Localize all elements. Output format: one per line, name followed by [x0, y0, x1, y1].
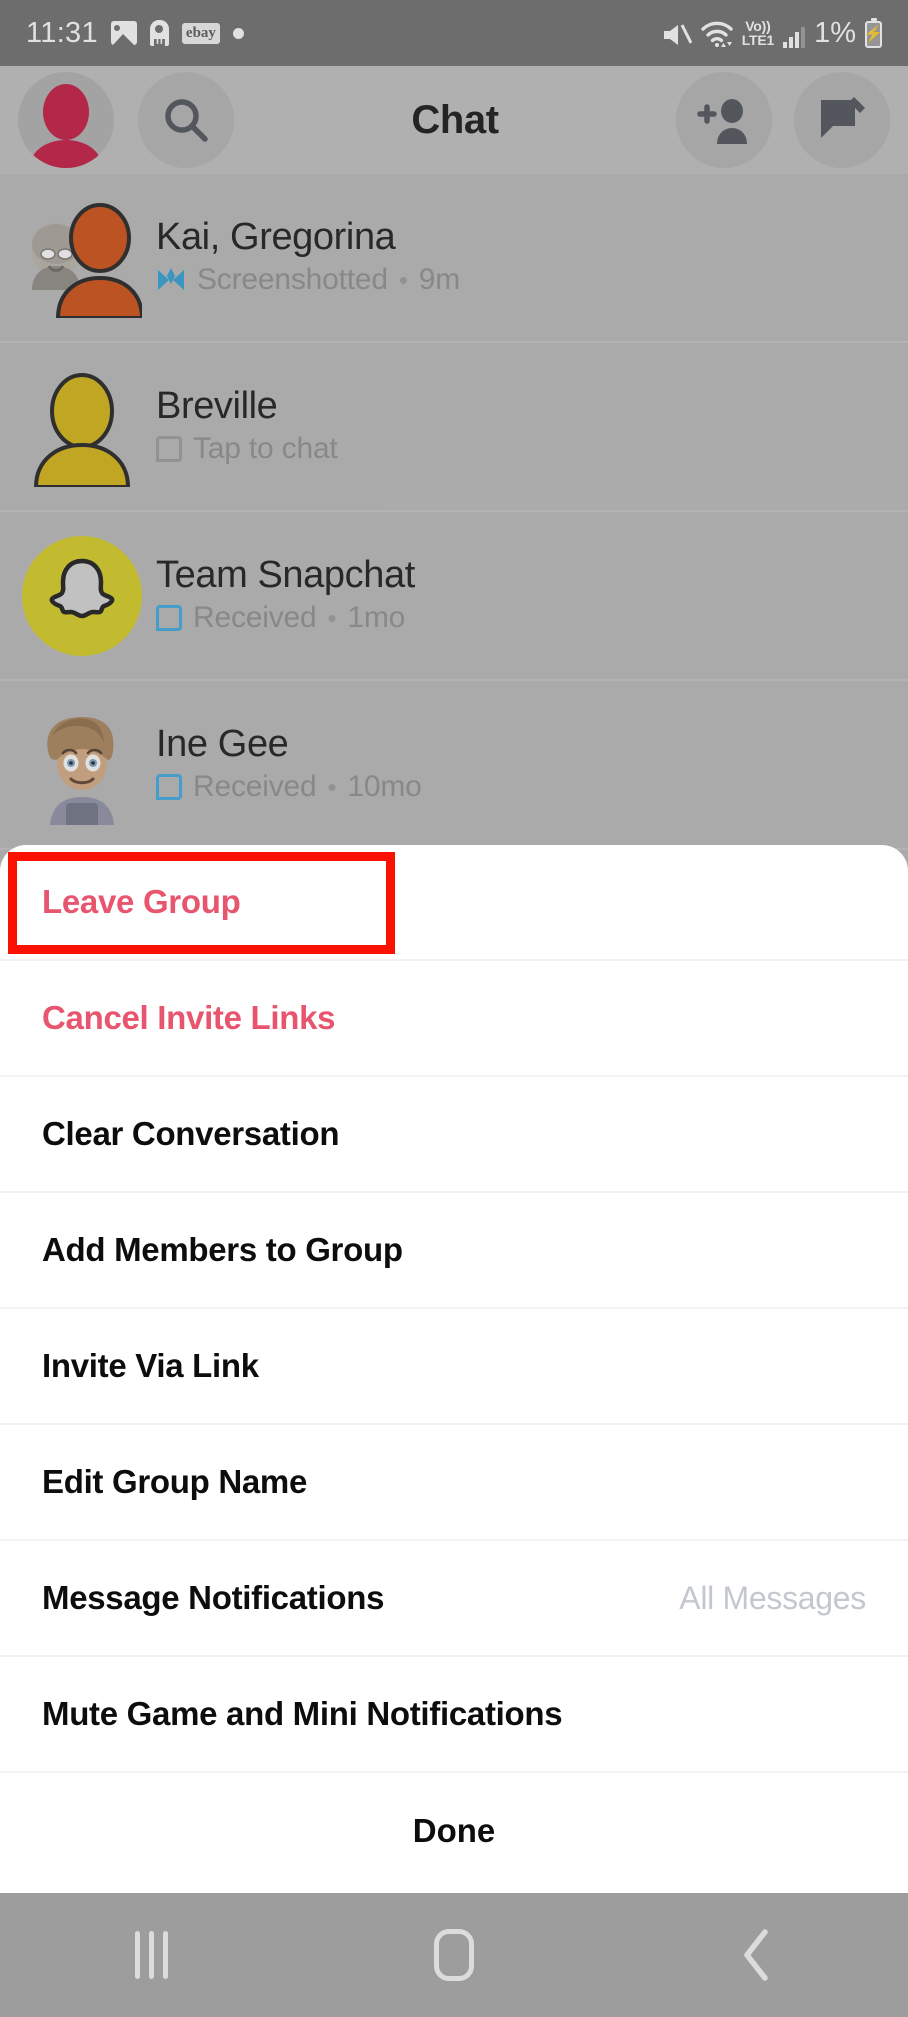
avatar-bitmoji-icon — [28, 84, 104, 168]
signal-bars-icon — [783, 26, 806, 48]
battery-percent-label: 1% — [814, 16, 856, 49]
chat-list-item-kai-gregorina[interactable]: Kai, Gregorina Screenshotted • 9m — [0, 174, 908, 343]
chat-item-separator: • — [398, 264, 408, 295]
battery-charging-icon: ⚡ — [864, 17, 883, 48]
page-title: Chat — [411, 97, 499, 142]
yellow-bitmoji-avatar — [22, 367, 142, 489]
volte-label-bottom: LTE1 — [741, 31, 775, 48]
sheet-item-label: Invite Via Link — [42, 1347, 259, 1384]
new-chat-icon[interactable] — [794, 72, 890, 168]
sheet-item-label: Cancel Invite Links — [42, 999, 336, 1036]
search-icon[interactable] — [138, 72, 234, 168]
chat-item-name: Team Snapchat — [156, 553, 415, 596]
chat-item-status: Received — [193, 601, 317, 635]
sheet-item-edit-group-name[interactable]: Edit Group Name — [0, 1425, 908, 1541]
recents-icon[interactable] — [0, 1931, 303, 1979]
profile-avatar[interactable] — [18, 72, 114, 168]
snapchat-ghost-avatar — [22, 535, 142, 656]
chat-bubble-blue-icon — [156, 605, 182, 632]
chat-item-status-row: Received • 10mo — [156, 770, 422, 804]
chat-item-status: Tap to chat — [193, 432, 338, 466]
chat-item-text: Team Snapchat Received • 1mo — [156, 553, 415, 636]
sheet-item-clear-conversation[interactable]: Clear Conversation — [0, 1077, 908, 1193]
chat-item-text: Kai, Gregorina Screenshotted • 9m — [156, 215, 460, 298]
android-nav-bar — [0, 1893, 908, 2017]
sheet-item-label: Add Members to Group — [42, 1231, 403, 1268]
sheet-item-label: Mute Game and Mini Notifications — [42, 1695, 563, 1732]
bitmoji-avatar — [22, 705, 142, 827]
back-icon[interactable] — [605, 1926, 908, 1984]
ebay-icon: ebay — [181, 22, 220, 44]
phone-screen: 11:31 ebay Vo)) LTE1 1% ⚡ Chat Kai, Greg… — [0, 0, 908, 2017]
chat-list-item-ine-gee[interactable]: Ine Gee Received • 10mo — [0, 681, 908, 850]
chat-item-status: Received — [193, 770, 317, 804]
sheet-item-invite-via-link[interactable]: Invite Via Link — [0, 1309, 908, 1425]
chat-item-status: Screenshotted — [197, 263, 388, 297]
chat-list-item-breville[interactable]: Breville Tap to chat — [0, 343, 908, 512]
sheet-item-message-notifications[interactable]: Message Notifications All Messages — [0, 1541, 908, 1657]
sheet-item-cancel-invite-links[interactable]: Cancel Invite Links — [0, 961, 908, 1077]
sheet-item-add-members-to-group[interactable]: Add Members to Group — [0, 1193, 908, 1309]
add-friend-icon[interactable] — [676, 72, 772, 168]
chat-item-status-row: Tap to chat — [156, 432, 338, 466]
sheet-item-label: Edit Group Name — [42, 1463, 308, 1500]
chat-item-name: Kai, Gregorina — [156, 215, 396, 258]
status-bar-right: Vo)) LTE1 1% ⚡ — [662, 16, 883, 49]
action-sheet: Leave Group Cancel Invite Links Clear Co… — [0, 845, 908, 1893]
group-avatar — [22, 198, 145, 320]
chat-item-text: Ine Gee Received • 10mo — [156, 722, 422, 805]
chat-item-name: Ine Gee — [156, 722, 289, 765]
chat-item-separator: • — [327, 602, 337, 633]
sheet-item-label: Leave Group — [42, 883, 241, 920]
chat-item-name: Breville — [156, 384, 278, 427]
wifi-icon — [700, 20, 733, 48]
chat-bubble-icon — [156, 436, 182, 463]
sheet-item-mute-game-and-mini-notifications[interactable]: Mute Game and Mini Notifications — [0, 1657, 908, 1773]
chat-item-separator: • — [327, 771, 337, 802]
sheet-item-leave-group[interactable]: Leave Group — [0, 845, 908, 961]
sheet-item-label: Clear Conversation — [42, 1115, 340, 1152]
chat-list-item-team-snapchat[interactable]: Team Snapchat Received • 1mo — [0, 512, 908, 681]
gallery-icon — [110, 21, 137, 45]
status-bar-clock: 11:31 — [26, 16, 98, 49]
done-button[interactable]: Done — [0, 1773, 908, 1889]
snapchat-ghost-icon — [22, 535, 142, 656]
chat-item-time: 1mo — [347, 601, 406, 635]
chat-item-time: 10mo — [347, 770, 422, 804]
status-bar: 11:31 ebay Vo)) LTE1 1% ⚡ — [0, 0, 908, 66]
mute-icon — [662, 22, 692, 48]
dot-icon — [232, 27, 244, 39]
sheet-item-value: All Messages — [679, 1579, 866, 1616]
chat-item-status-row: Received • 1mo — [156, 601, 415, 635]
screenshotted-icon — [158, 268, 184, 291]
app-header: Chat — [0, 66, 908, 174]
chat-item-status-row: Screenshotted • 9m — [156, 263, 460, 297]
chat-item-text: Breville Tap to chat — [156, 384, 338, 467]
chat-item-time: 9m — [418, 263, 461, 297]
chat-list: Kai, Gregorina Screenshotted • 9m Brevil… — [0, 174, 908, 850]
volte-indicator: Vo)) LTE1 — [741, 19, 775, 48]
chat-bubble-blue-icon — [156, 774, 182, 801]
robot-icon — [149, 20, 169, 46]
status-bar-left: 11:31 ebay — [26, 16, 244, 49]
home-icon[interactable] — [303, 1929, 606, 1981]
sheet-item-label: Message Notifications — [42, 1579, 385, 1616]
